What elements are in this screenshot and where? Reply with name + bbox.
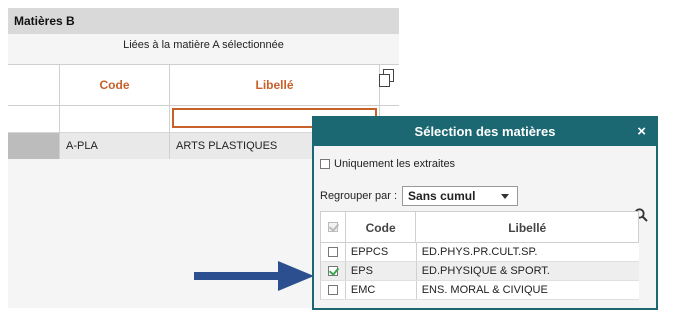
group-by-value: Sans cumul <box>408 189 476 203</box>
list-item[interactable]: EPS ED.PHYSIQUE & SPORT. <box>320 262 639 281</box>
only-extracted-option[interactable]: Uniquement les extraites <box>320 158 455 170</box>
dialog-header: Sélection des matières × <box>314 118 656 146</box>
select-all-checkbox[interactable] <box>327 222 338 232</box>
row-checkbox[interactable] <box>327 285 338 295</box>
group-by-option: Regrouper par : Sans cumul <box>320 186 519 206</box>
row-checkbox-cell[interactable] <box>321 281 346 299</box>
row-checkbox-checked[interactable] <box>327 266 338 276</box>
matieres-selection-table: Code Libellé EPPCS ED.PHYS.PR.CULT.SP. E… <box>320 211 639 300</box>
row-checkbox-cell[interactable] <box>321 243 346 261</box>
only-extracted-label: Uniquement les extraites <box>334 158 456 170</box>
code-column-header[interactable]: Code <box>346 212 417 242</box>
select-all-cell[interactable] <box>321 212 346 242</box>
panel-subtitle: Liées à la matière A sélectionnée <box>8 34 399 56</box>
row-selector[interactable] <box>8 133 60 159</box>
arrow-pointer-icon <box>194 261 314 291</box>
code-column-header[interactable]: Code <box>60 65 170 105</box>
table-tools <box>379 65 399 105</box>
only-extracted-checkbox[interactable] <box>320 159 330 169</box>
row-libelle: ED.PHYSIQUE & SPORT. <box>421 265 550 277</box>
libelle-column-header[interactable]: Libellé <box>416 212 638 242</box>
chevron-down-icon[interactable] <box>501 194 510 199</box>
group-by-select[interactable]: Sans cumul <box>402 186 519 206</box>
row-code: A-PLA <box>60 133 170 159</box>
selector-column-header <box>8 65 60 105</box>
group-by-label: Regrouper par : <box>320 190 398 202</box>
row-code: EMC <box>346 281 417 299</box>
row-checkbox[interactable] <box>327 247 338 257</box>
row-libelle: ENS. MORAL & CIVIQUE <box>421 284 548 296</box>
panel-title: Matières B <box>8 8 399 34</box>
close-icon[interactable]: × <box>637 118 646 146</box>
copy-icon[interactable] <box>379 69 394 87</box>
selection-table-header: Code Libellé <box>320 211 639 243</box>
libelle-column-header[interactable]: Libellé <box>170 65 380 105</box>
selection-matieres-dialog: Sélection des matières × Uniquement les … <box>312 116 658 310</box>
table-header: Code Libellé <box>8 64 399 106</box>
code-input-cell[interactable] <box>60 106 170 132</box>
row-checkbox-cell[interactable] <box>321 262 346 280</box>
list-item[interactable]: EPPCS ED.PHYS.PR.CULT.SP. <box>320 243 639 262</box>
list-item[interactable]: EMC ENS. MORAL & CIVIQUE <box>320 281 639 300</box>
row-libelle: ED.PHYS.PR.CULT.SP. <box>421 246 538 258</box>
row-code: EPS <box>346 262 417 280</box>
input-row-selector <box>8 106 60 132</box>
dialog-title: Sélection des matières <box>414 124 556 139</box>
row-code: EPPCS <box>346 243 417 261</box>
